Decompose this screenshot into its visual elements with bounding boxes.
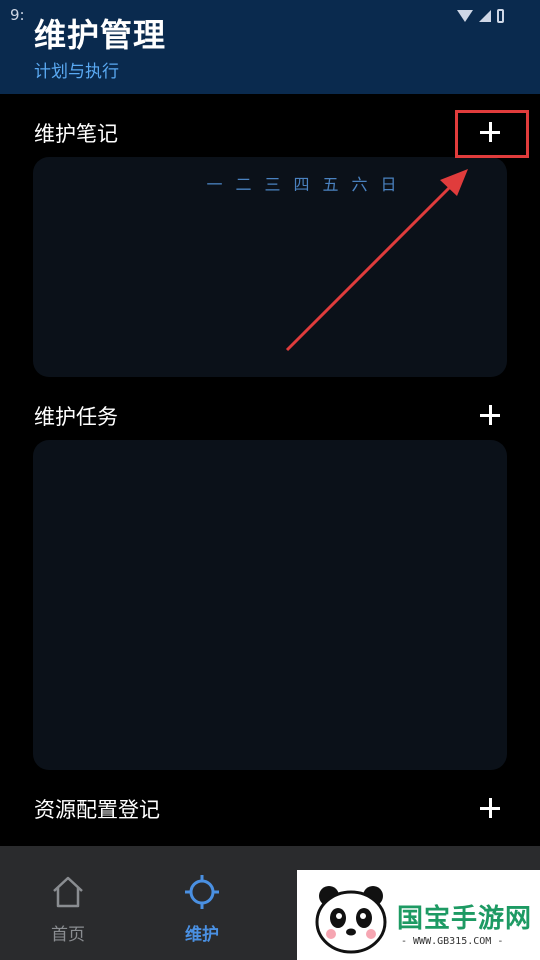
signal-icon — [479, 10, 491, 22]
weekday-header: 一 二 三 四 五 六 日 — [205, 171, 398, 195]
notes-calendar-card[interactable]: 一 二 三 四 五 六 日 — [33, 157, 507, 377]
add-resource-button[interactable] — [470, 788, 510, 828]
page-subtitle: 计划与执行 — [34, 62, 119, 82]
battery-icon — [497, 9, 504, 23]
add-task-button[interactable] — [470, 395, 510, 435]
home-icon — [53, 876, 83, 908]
watermark-brand: 国宝手游网 — [397, 904, 533, 934]
weekday-label: 三 — [264, 175, 281, 194]
weekday-label: 一 — [206, 175, 223, 194]
app-header: 9: 维护管理 计划与执行 — [0, 0, 540, 94]
notes-section-title: 维护笔记 — [34, 122, 118, 146]
nav-label-maintenance: 维护 — [185, 925, 219, 945]
weekday-label: 二 — [235, 175, 252, 194]
status-icons — [457, 8, 504, 24]
watermark-url: - WWW.GB315.COM - — [401, 936, 504, 947]
page-title: 维护管理 — [34, 16, 167, 54]
weekday-label: 四 — [293, 175, 310, 194]
wifi-icon — [457, 10, 473, 22]
crosshair-icon — [185, 875, 219, 909]
highlight-box — [455, 110, 529, 158]
status-time: 9: — [10, 6, 25, 24]
watermark: 国宝手游网 - WWW.GB315.COM - — [297, 870, 540, 960]
nav-item-maintenance[interactable]: 维护 — [142, 846, 262, 960]
nav-label-home: 首页 — [51, 925, 85, 945]
weekday-label: 日 — [380, 175, 397, 194]
tasks-section-title: 维护任务 — [34, 405, 118, 429]
weekday-label: 五 — [322, 175, 339, 194]
panda-logo — [315, 886, 387, 954]
plus-icon — [480, 405, 500, 425]
nav-item-home[interactable]: 首页 — [8, 846, 128, 960]
weekday-label: 六 — [351, 175, 368, 194]
plus-icon — [480, 798, 500, 818]
tasks-card — [33, 440, 507, 770]
resources-section-title: 资源配置登记 — [34, 798, 160, 822]
